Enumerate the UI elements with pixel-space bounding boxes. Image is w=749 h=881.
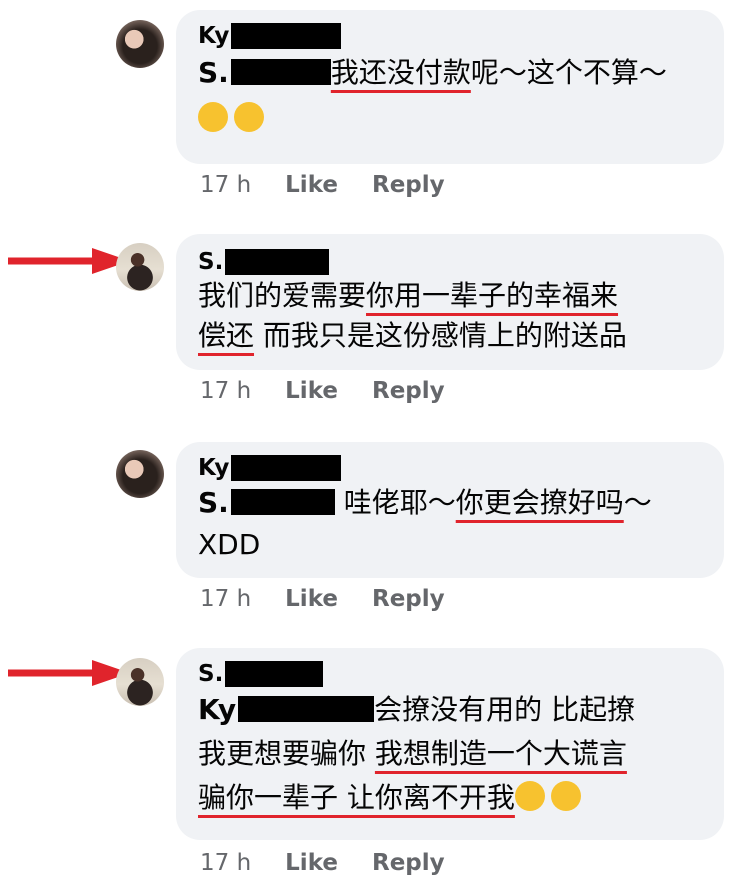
like-button[interactable]: Like — [285, 586, 338, 612]
underlined-text: 你更会撩好吗 — [455, 486, 624, 519]
joy-emoji — [234, 102, 264, 132]
redaction-bar — [231, 455, 342, 481]
redaction-bar — [230, 59, 331, 85]
redaction-bar — [225, 661, 324, 687]
comment-text: S. 哇佬耶～你更会撩好吗～ XDD — [198, 486, 652, 561]
comment-bubble: Ky S. 哇佬耶～你更会撩好吗～ XDD — [176, 442, 724, 578]
avatar[interactable] — [116, 450, 164, 498]
redaction-bar — [230, 489, 335, 515]
comment-actions: 17 h Like Reply — [200, 378, 445, 404]
underlined-text: 骗你一辈子 让你离不开我 — [198, 781, 515, 814]
timestamp[interactable]: 17 h — [200, 378, 251, 404]
comment-bubble: Ky S. 我还没付款呢～这个不算～ — [176, 10, 724, 164]
timestamp[interactable]: 17 h — [200, 172, 251, 198]
comment-author[interactable]: S. — [198, 248, 702, 276]
reply-button[interactable]: Reply — [372, 586, 445, 612]
underlined-text: 我还没付款 — [330, 56, 471, 89]
comment-text: 我们的爱需要你用一辈子的幸福来 偿还 而我只是这份感情上的附送品 — [198, 279, 627, 352]
comment-author[interactable]: Ky — [198, 22, 702, 50]
avatar[interactable] — [116, 20, 164, 68]
timestamp[interactable]: 17 h — [200, 850, 251, 876]
red-arrow-icon — [8, 248, 130, 274]
mention-link[interactable]: S. — [198, 486, 229, 519]
like-button[interactable]: Like — [285, 378, 338, 404]
comment-actions: 17 h Like Reply — [200, 586, 445, 612]
comment-author[interactable]: Ky — [198, 454, 702, 482]
kiss-emoji — [550, 781, 581, 811]
like-button[interactable]: Like — [285, 172, 338, 198]
reply-button[interactable]: Reply — [372, 378, 445, 404]
reply-button[interactable]: Reply — [372, 850, 445, 876]
comment-text: S. 我还没付款呢～这个不算～ — [198, 50, 702, 142]
joy-emoji — [198, 102, 228, 132]
comment-actions: 17 h Like Reply — [200, 172, 445, 198]
comment-bubble: S. Ky 会撩没有用的 比起撩 我更想要骗你 我想制造一个大谎言 骗你一辈子 让… — [176, 648, 724, 840]
mention-link[interactable]: Ky — [198, 693, 236, 726]
comment-actions: 17 h Like Reply — [200, 850, 445, 876]
redaction-bar — [231, 23, 342, 49]
underlined-text: 你用一辈子的幸福来 — [366, 279, 619, 312]
mention-link[interactable]: S. — [198, 56, 229, 89]
comment-bubble: S. 我们的爱需要你用一辈子的幸福来 偿还 而我只是这份感情上的附送品 — [176, 234, 724, 370]
comment-author[interactable]: S. — [198, 660, 702, 688]
redaction-bar — [238, 696, 375, 722]
timestamp[interactable]: 17 h — [200, 586, 251, 612]
reply-button[interactable]: Reply — [372, 172, 445, 198]
redaction-bar — [225, 249, 330, 275]
comment-text: Ky 会撩没有用的 比起撩 我更想要骗你 我想制造一个大谎言 骗你一辈子 让你离不… — [198, 693, 636, 814]
avatar[interactable] — [116, 243, 164, 291]
red-arrow-icon — [8, 660, 130, 686]
underlined-text: 我想制造一个大谎言 — [374, 737, 627, 770]
avatar[interactable] — [116, 658, 164, 706]
underlined-text: 偿还 — [198, 319, 255, 352]
like-button[interactable]: Like — [285, 850, 338, 876]
kiss-emoji — [514, 781, 545, 811]
